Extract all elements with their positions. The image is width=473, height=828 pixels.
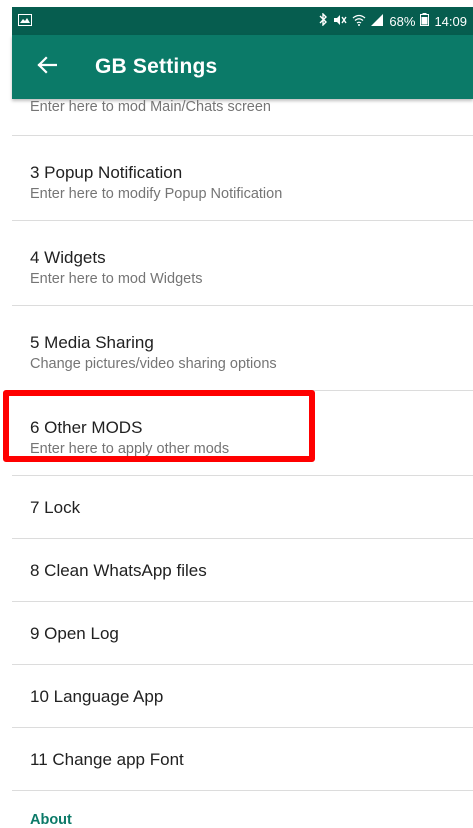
list-item-title: 6 Other MODS — [30, 418, 143, 437]
arrow-back-icon — [37, 55, 58, 79]
list-item-subtitle: Enter here to mod Main/Chats screen — [30, 99, 271, 115]
list-item-subtitle: Change pictures/video sharing options — [30, 356, 277, 372]
bluetooth-icon — [319, 12, 328, 29]
app-bar: GB Settings — [12, 35, 473, 99]
section-header-about: About — [30, 812, 72, 828]
list-item-title: 5 Media Sharing — [30, 333, 154, 352]
status-bar: 68% 14:09 — [12, 7, 473, 35]
list-item-lock[interactable]: 7 Lock — [12, 476, 473, 539]
list-item-change-font[interactable]: 11 Change app Font — [12, 728, 473, 791]
list-item-language-app[interactable]: 10 Language App — [12, 665, 473, 728]
list-item-other-mods[interactable]: 6 Other MODS Enter here to apply other m… — [12, 391, 473, 476]
list-item-clean-files[interactable]: 8 Clean WhatsApp files — [12, 539, 473, 602]
status-bar-left — [18, 13, 32, 29]
signal-icon — [371, 13, 384, 29]
mute-icon — [333, 14, 348, 29]
wifi-icon — [352, 14, 366, 29]
list-item-subtitle: Enter here to mod Widgets — [30, 271, 203, 287]
list-item-title: 7 Lock — [30, 498, 81, 517]
list-item-title: 4 Widgets — [30, 248, 106, 267]
list-item-title: 9 Open Log — [30, 624, 119, 643]
page-title: GB Settings — [95, 55, 218, 78]
list-item-widgets[interactable]: 4 Widgets Enter here to mod Widgets — [12, 221, 473, 306]
list-item-popup-notification[interactable]: 3 Popup Notification Enter here to modif… — [12, 136, 473, 221]
gallery-icon — [18, 13, 32, 29]
list-item-open-log[interactable]: 9 Open Log — [12, 602, 473, 665]
battery-percent: 68% — [389, 13, 416, 29]
list-item-subtitle: Enter here to apply other mods — [30, 441, 230, 457]
list-item-media-sharing[interactable]: 5 Media Sharing Change pictures/video sh… — [12, 306, 473, 391]
back-button[interactable] — [32, 52, 62, 82]
list-item-subtitle: Enter here to modify Popup Notification — [30, 186, 283, 202]
list-item-title: 3 Popup Notification — [30, 163, 183, 182]
clock: 14:09 — [434, 13, 467, 29]
battery-icon — [420, 13, 430, 29]
settings-list: Enter here to mod Main/Chats screen 3 Po… — [12, 99, 473, 828]
list-item-title: 8 Clean WhatsApp files — [30, 561, 207, 580]
status-bar-right: 68% 14:09 — [319, 12, 467, 29]
list-item-title: 11 Change app Font — [30, 750, 184, 769]
list-item-main-chats[interactable]: Enter here to mod Main/Chats screen — [12, 99, 473, 136]
list-item-title: 10 Language App — [30, 687, 164, 706]
